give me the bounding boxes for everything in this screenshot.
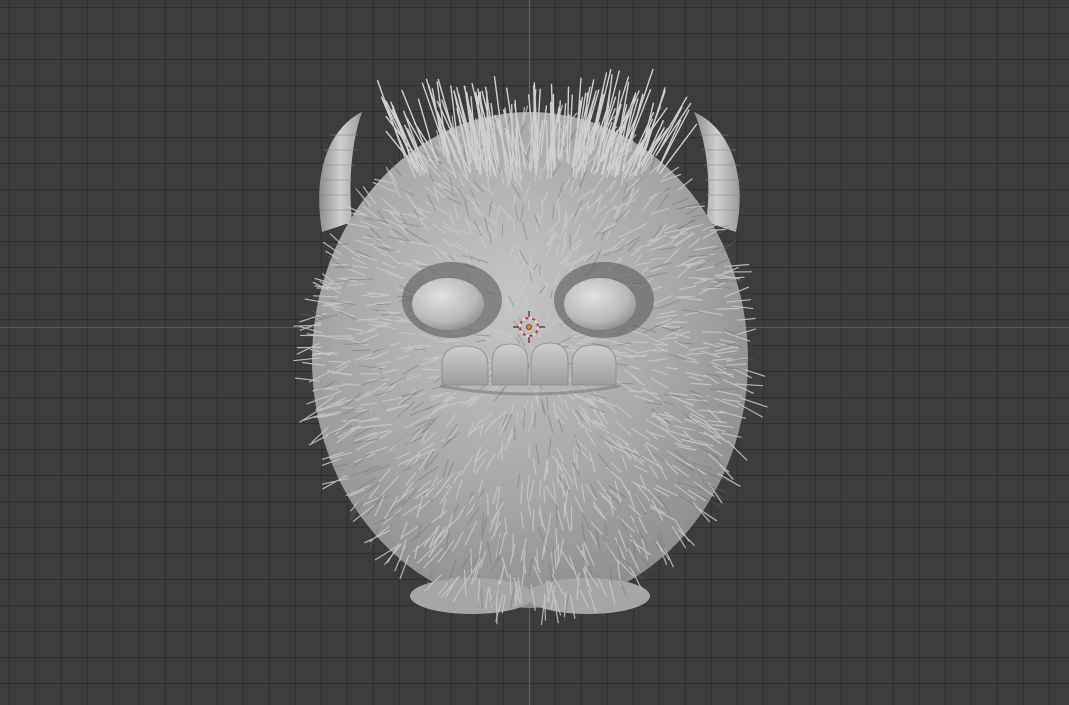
- 3d-cursor-icon[interactable]: [513, 311, 545, 343]
- 3d-viewport[interactable]: [0, 0, 1069, 705]
- left-eye: [402, 262, 502, 338]
- furry-monster-model[interactable]: [0, 0, 1069, 705]
- monster-body: [293, 98, 768, 626]
- right-eye: [554, 262, 654, 338]
